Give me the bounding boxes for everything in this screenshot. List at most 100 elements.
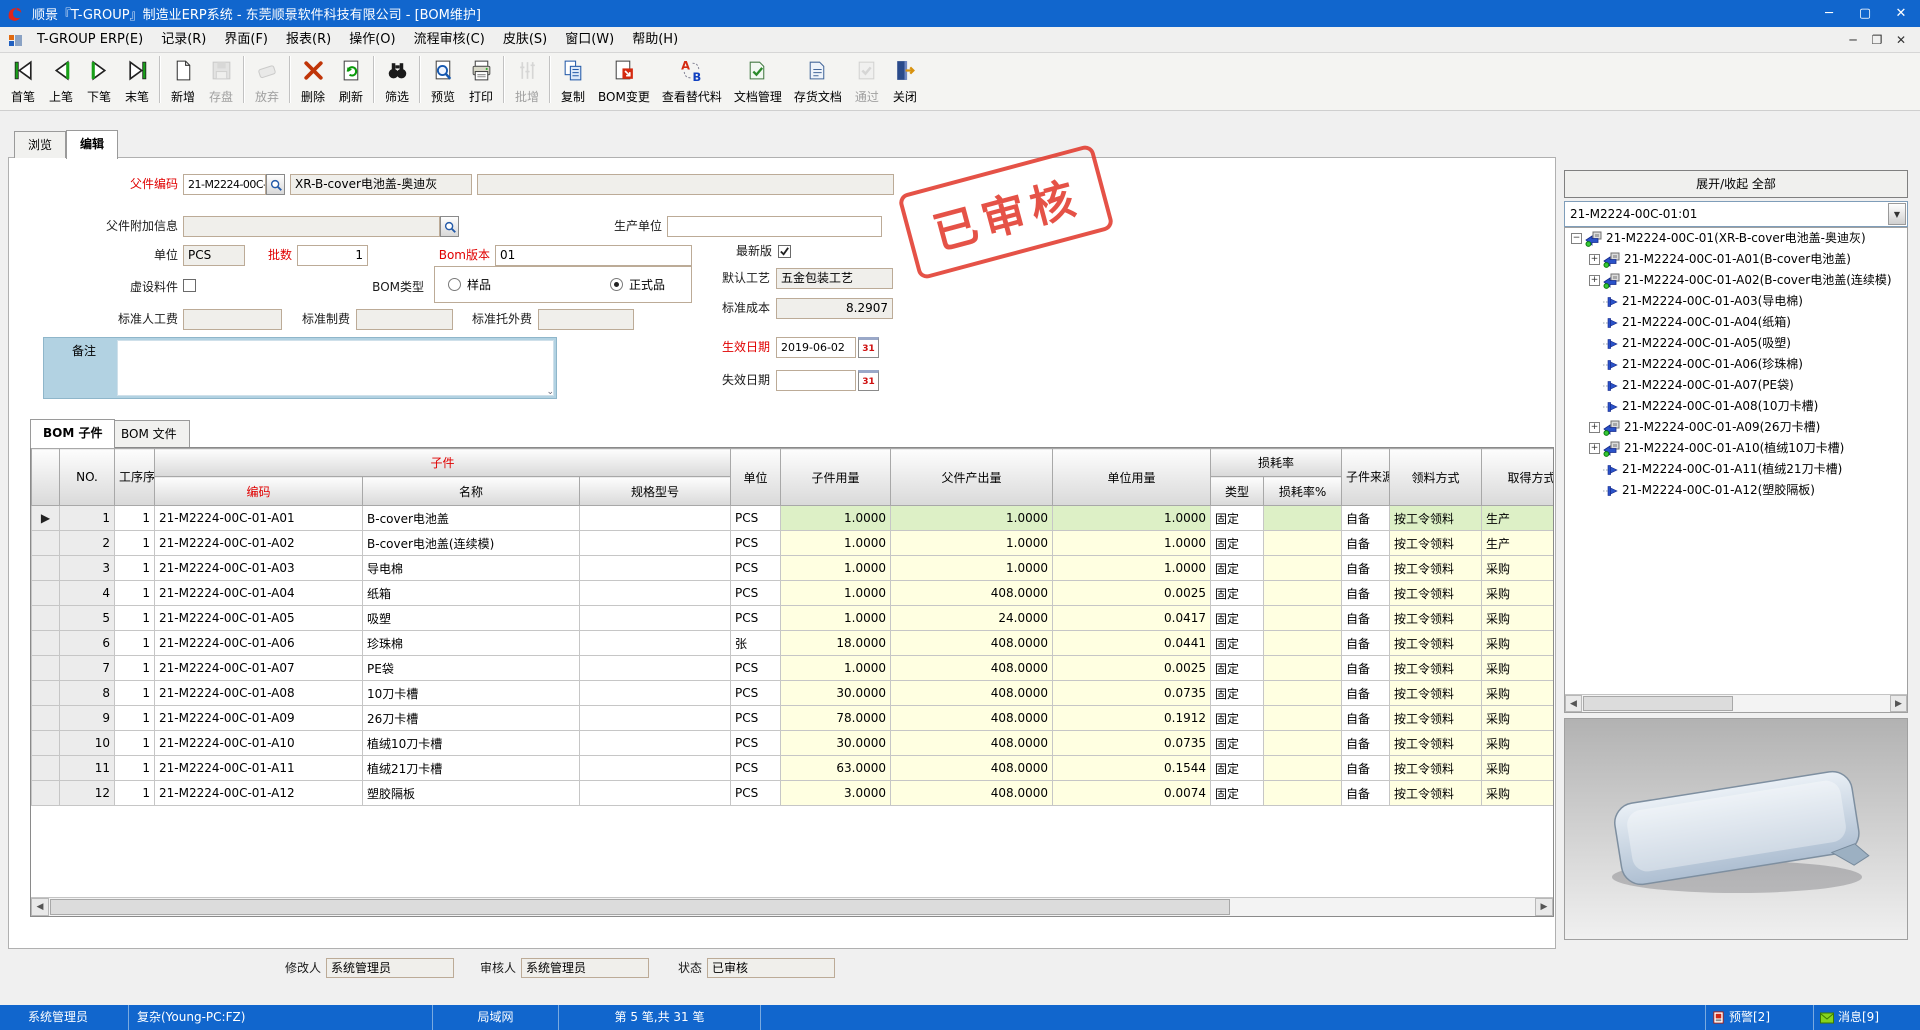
cell-loss-type[interactable]: 固定 (1211, 506, 1264, 531)
cell-code[interactable]: 21-M2224-00C-01-A10 (155, 731, 363, 756)
cell-seq[interactable]: 1 (115, 731, 155, 756)
cell-acquire[interactable]: 采购 (1482, 681, 1554, 706)
cell-source[interactable]: 自备 (1342, 781, 1390, 806)
header-no[interactable]: NO. (60, 449, 115, 506)
cell-code[interactable]: 21-M2224-00C-01-A05 (155, 606, 363, 631)
cell-parent-output[interactable]: 408.0000 (891, 731, 1053, 756)
cell-loss-rate[interactable] (1264, 706, 1342, 731)
cell-seq[interactable]: 1 (115, 556, 155, 581)
cell-picking[interactable]: 按工令领料 (1390, 781, 1482, 806)
expand-icon[interactable]: + (1589, 422, 1600, 433)
tree-node[interactable]: +21-M2224-00C-01-A02(B-cover电池盖(连续模) (1565, 270, 1907, 291)
cell-loss-rate[interactable] (1264, 581, 1342, 606)
cell-seq[interactable]: 1 (115, 656, 155, 681)
cell-source[interactable]: 自备 (1342, 731, 1390, 756)
cell-acquire[interactable]: 采购 (1482, 756, 1554, 781)
cell-name[interactable]: 导电棉 (363, 556, 580, 581)
cell-loss-rate[interactable] (1264, 731, 1342, 756)
table-row[interactable]: 2121-M2224-00C-01-A02B-cover电池盖(连续模)PCS1… (32, 531, 1555, 556)
cell-spec[interactable] (580, 506, 731, 531)
header-qty[interactable]: 子件用量 (781, 449, 891, 506)
expand-icon[interactable]: + (1589, 275, 1600, 286)
cell-qty[interactable]: 1.0000 (781, 506, 891, 531)
header-code[interactable]: 编码 (155, 477, 363, 506)
cell-unit[interactable]: PCS (731, 681, 781, 706)
parent-code-lookup-button[interactable] (266, 174, 285, 195)
cell-spec[interactable] (580, 556, 731, 581)
cell-parent-output[interactable]: 408.0000 (891, 681, 1053, 706)
cell-seq[interactable]: 1 (115, 506, 155, 531)
toolbar-button-substitute[interactable]: AB查看替代料 (656, 53, 728, 107)
cell-source[interactable]: 自备 (1342, 506, 1390, 531)
row-selector[interactable] (32, 656, 60, 681)
cell-loss-rate[interactable] (1264, 606, 1342, 631)
cell-unit[interactable]: PCS (731, 581, 781, 606)
cell-picking[interactable]: 按工令领料 (1390, 606, 1482, 631)
cell-loss-type[interactable]: 固定 (1211, 656, 1264, 681)
cell-name[interactable]: B-cover电池盖(连续模) (363, 531, 580, 556)
cell-unit[interactable]: 张 (731, 631, 781, 656)
cell-acquire[interactable]: 采购 (1482, 731, 1554, 756)
grid-hscrollbar[interactable]: ◀ ▶ (31, 897, 1553, 916)
cell-seq[interactable]: 1 (115, 756, 155, 781)
collapse-icon[interactable]: − (1571, 233, 1582, 244)
cell-seq[interactable]: 1 (115, 781, 155, 806)
cell-unit[interactable]: PCS (731, 731, 781, 756)
cell-spec[interactable] (580, 781, 731, 806)
cell-picking[interactable]: 按工令领料 (1390, 706, 1482, 731)
cell-picking[interactable]: 按工令领料 (1390, 581, 1482, 606)
toolbar-button-nav-prev[interactable]: 上笔 (42, 53, 80, 107)
row-selector[interactable] (32, 731, 60, 756)
cell-parent-output[interactable]: 408.0000 (891, 656, 1053, 681)
cell-parent-output[interactable]: 408.0000 (891, 631, 1053, 656)
cell-spec[interactable] (580, 681, 731, 706)
menu-item-1[interactable]: 记录(R) (152, 29, 215, 51)
header-source[interactable]: 子件来源 (1342, 449, 1390, 506)
cell-unit-qty[interactable]: 0.1912 (1053, 706, 1211, 731)
header-parent-output[interactable]: 父件产出量 (891, 449, 1053, 506)
cell-unit[interactable]: PCS (731, 531, 781, 556)
tree-scroll-left-icon[interactable]: ◀ (1565, 695, 1582, 712)
cell-loss-rate[interactable] (1264, 531, 1342, 556)
table-row[interactable]: 7121-M2224-00C-01-A07PE袋PCS1.0000408.000… (32, 656, 1555, 681)
prod-unit-input[interactable] (667, 216, 882, 237)
cell-no[interactable]: 11 (60, 756, 115, 781)
cell-unit[interactable]: PCS (731, 706, 781, 731)
row-selector[interactable]: ▶ (32, 506, 60, 531)
cell-unit-qty[interactable]: 1.0000 (1053, 556, 1211, 581)
cell-source[interactable]: 自备 (1342, 681, 1390, 706)
cell-acquire[interactable]: 采购 (1482, 656, 1554, 681)
header-picking[interactable]: 领料方式 (1390, 449, 1482, 506)
cell-parent-output[interactable]: 1.0000 (891, 556, 1053, 581)
cell-loss-type[interactable]: 固定 (1211, 731, 1264, 756)
tree-expand-collapse-button[interactable]: 展开/收起 全部 (1564, 170, 1908, 198)
cell-acquire[interactable]: 采购 (1482, 556, 1554, 581)
tab-browse[interactable]: 浏览 (14, 131, 66, 158)
cell-seq[interactable]: 1 (115, 631, 155, 656)
statusbar-alert[interactable]: 预警[2] (1706, 1005, 1814, 1030)
toolbar-button-doc-manage[interactable]: 文档管理 (728, 53, 788, 107)
sample-radio[interactable] (448, 278, 461, 291)
cell-name[interactable]: 纸箱 (363, 581, 580, 606)
expand-icon[interactable]: + (1589, 254, 1600, 265)
cell-name[interactable]: 珍珠棉 (363, 631, 580, 656)
tree-node[interactable]: 21-M2224-00C-01-A03(导电棉) (1565, 291, 1907, 312)
cell-loss-rate[interactable] (1264, 681, 1342, 706)
extra-info-input[interactable] (183, 216, 440, 237)
cell-loss-rate[interactable] (1264, 506, 1342, 531)
cell-qty[interactable]: 1.0000 (781, 581, 891, 606)
cell-no[interactable]: 6 (60, 631, 115, 656)
header-loss-rate[interactable]: 损耗率% (1264, 477, 1342, 506)
menu-item-0[interactable]: T-GROUP ERP(E) (28, 29, 152, 51)
subtab-bom-files[interactable]: BOM 文件 (108, 420, 190, 447)
cell-name[interactable]: 植绒21刀卡槽 (363, 756, 580, 781)
cell-source[interactable]: 自备 (1342, 756, 1390, 781)
scroll-right-icon[interactable]: ▶ (1535, 898, 1553, 916)
cell-unit[interactable]: PCS (731, 781, 781, 806)
header-unit-qty[interactable]: 单位用量 (1053, 449, 1211, 506)
batch-input[interactable]: 1 (297, 245, 368, 266)
header-acquire[interactable]: 取得方式 (1482, 449, 1554, 506)
cell-source[interactable]: 自备 (1342, 581, 1390, 606)
cell-source[interactable]: 自备 (1342, 606, 1390, 631)
cell-code[interactable]: 21-M2224-00C-01-A07 (155, 656, 363, 681)
